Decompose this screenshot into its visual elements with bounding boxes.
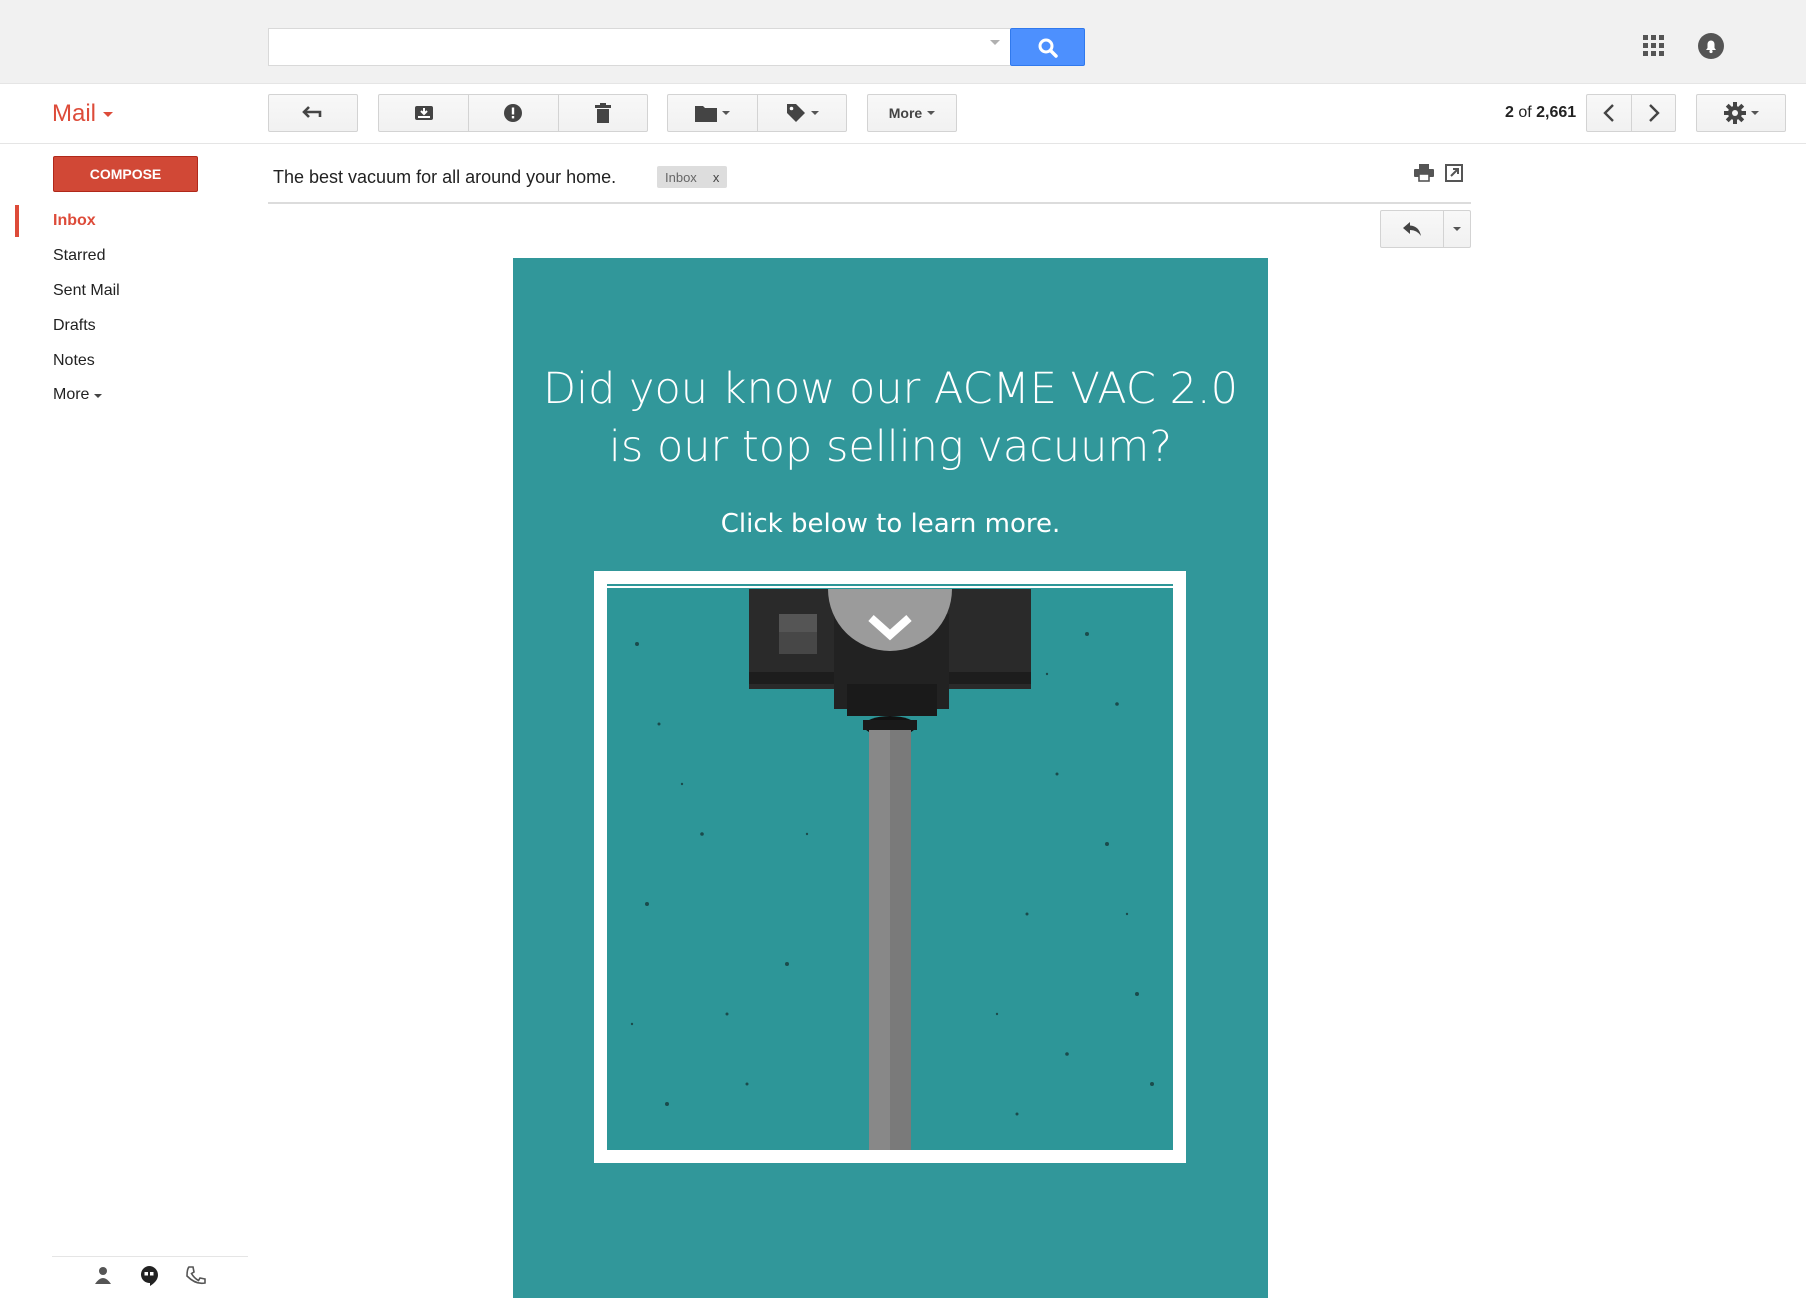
email-headline-line-2: is our top selling vacuum?: [608, 422, 1173, 472]
chevron-down-icon: [1453, 227, 1461, 231]
report-spam-button[interactable]: [468, 95, 557, 131]
email-headline-line-1: Did you know our ACME VAC 2.0: [543, 364, 1238, 414]
remove-label-button[interactable]: x: [713, 170, 720, 185]
pagination-current: 2: [1505, 104, 1514, 121]
chevron-down-icon: [810, 111, 819, 115]
email-subheadline: Click below to learn more.: [720, 509, 1061, 539]
subject-divider: [268, 202, 1471, 204]
print-button[interactable]: [1414, 164, 1434, 187]
more-reply-options-button[interactable]: [1443, 211, 1470, 247]
more-actions-label: More: [888, 105, 923, 121]
message-subject: The best vacuum for all around your home…: [273, 167, 617, 187]
mail-switcher-caret-icon[interactable]: [103, 112, 113, 117]
organize-group: [667, 94, 847, 132]
chevron-down-icon[interactable]: [94, 394, 102, 398]
search-options-dropdown-icon[interactable]: [990, 40, 1000, 45]
sidebar-item-notes[interactable]: Notes: [53, 350, 95, 372]
new-window-button[interactable]: [1445, 164, 1463, 187]
reply-icon: [1403, 222, 1421, 236]
more-actions-button[interactable]: More: [867, 94, 957, 132]
report-spam-icon: [504, 104, 523, 122]
chevron-right-icon: [1648, 104, 1660, 122]
back-to-inbox-button[interactable]: [268, 94, 358, 132]
mail-app-switcher[interactable]: Mail: [52, 100, 96, 128]
notifications-icon[interactable]: [1697, 32, 1725, 60]
older-message-button[interactable]: [1631, 95, 1675, 131]
archive-button[interactable]: [379, 95, 468, 131]
sidebar-item-inbox[interactable]: Inbox: [53, 210, 96, 232]
active-folder-marker: [15, 205, 19, 237]
reply-group: [1380, 210, 1471, 248]
hangouts-icon[interactable]: [139, 1265, 159, 1292]
chevron-down-icon: [927, 111, 936, 115]
inbox-label-chip[interactable]: Inbox x: [657, 166, 728, 188]
pagination-count: 2 of 2,661: [1505, 102, 1576, 124]
settings-button[interactable]: [1696, 94, 1786, 132]
search-button[interactable]: [1010, 28, 1085, 66]
pagination-total: 2,661: [1536, 104, 1577, 121]
move-to-button[interactable]: [668, 95, 757, 131]
chevron-down-icon: [722, 111, 730, 115]
sidebar-item-more[interactable]: More: [53, 384, 89, 406]
print-icon: [1414, 164, 1434, 182]
newer-message-button[interactable]: [1587, 95, 1631, 131]
delete-button[interactable]: [557, 95, 647, 131]
chevron-down-icon: [1750, 111, 1759, 115]
sidebar-item-drafts[interactable]: Drafts: [53, 315, 96, 337]
label-chip-text: Inbox: [665, 169, 697, 185]
reply-button[interactable]: [1381, 211, 1443, 247]
hangouts-divider: [52, 1256, 248, 1257]
archive-icon: [414, 106, 433, 120]
sidebar-item-starred[interactable]: Starred: [53, 245, 105, 267]
pager-nav-group: [1586, 94, 1676, 132]
vacuum-hero-image[interactable]: [607, 584, 1173, 1150]
message-actions-group: [378, 94, 648, 132]
pagination-of: of: [1518, 104, 1532, 121]
gear-icon: [1723, 102, 1746, 124]
search-input[interactable]: [268, 28, 1010, 66]
apps-grid-icon[interactable]: [1643, 35, 1665, 57]
compose-button[interactable]: COMPOSE: [53, 156, 198, 192]
email-headline: Did you know our ACME VAC 2.0 is our top…: [513, 360, 1268, 476]
contacts-icon[interactable]: [94, 1266, 112, 1289]
labels-button[interactable]: [757, 95, 846, 131]
labels-icon: [786, 104, 805, 122]
search-icon: [1038, 38, 1058, 58]
move-to-folder-icon: [695, 106, 717, 122]
open-in-new-window-icon: [1445, 164, 1463, 182]
back-arrow-icon: [302, 106, 322, 118]
delete-icon: [594, 103, 611, 123]
phone-icon[interactable]: [186, 1266, 206, 1291]
sidebar-item-sent-mail[interactable]: Sent Mail: [53, 280, 120, 302]
chevron-left-icon: [1603, 104, 1614, 122]
